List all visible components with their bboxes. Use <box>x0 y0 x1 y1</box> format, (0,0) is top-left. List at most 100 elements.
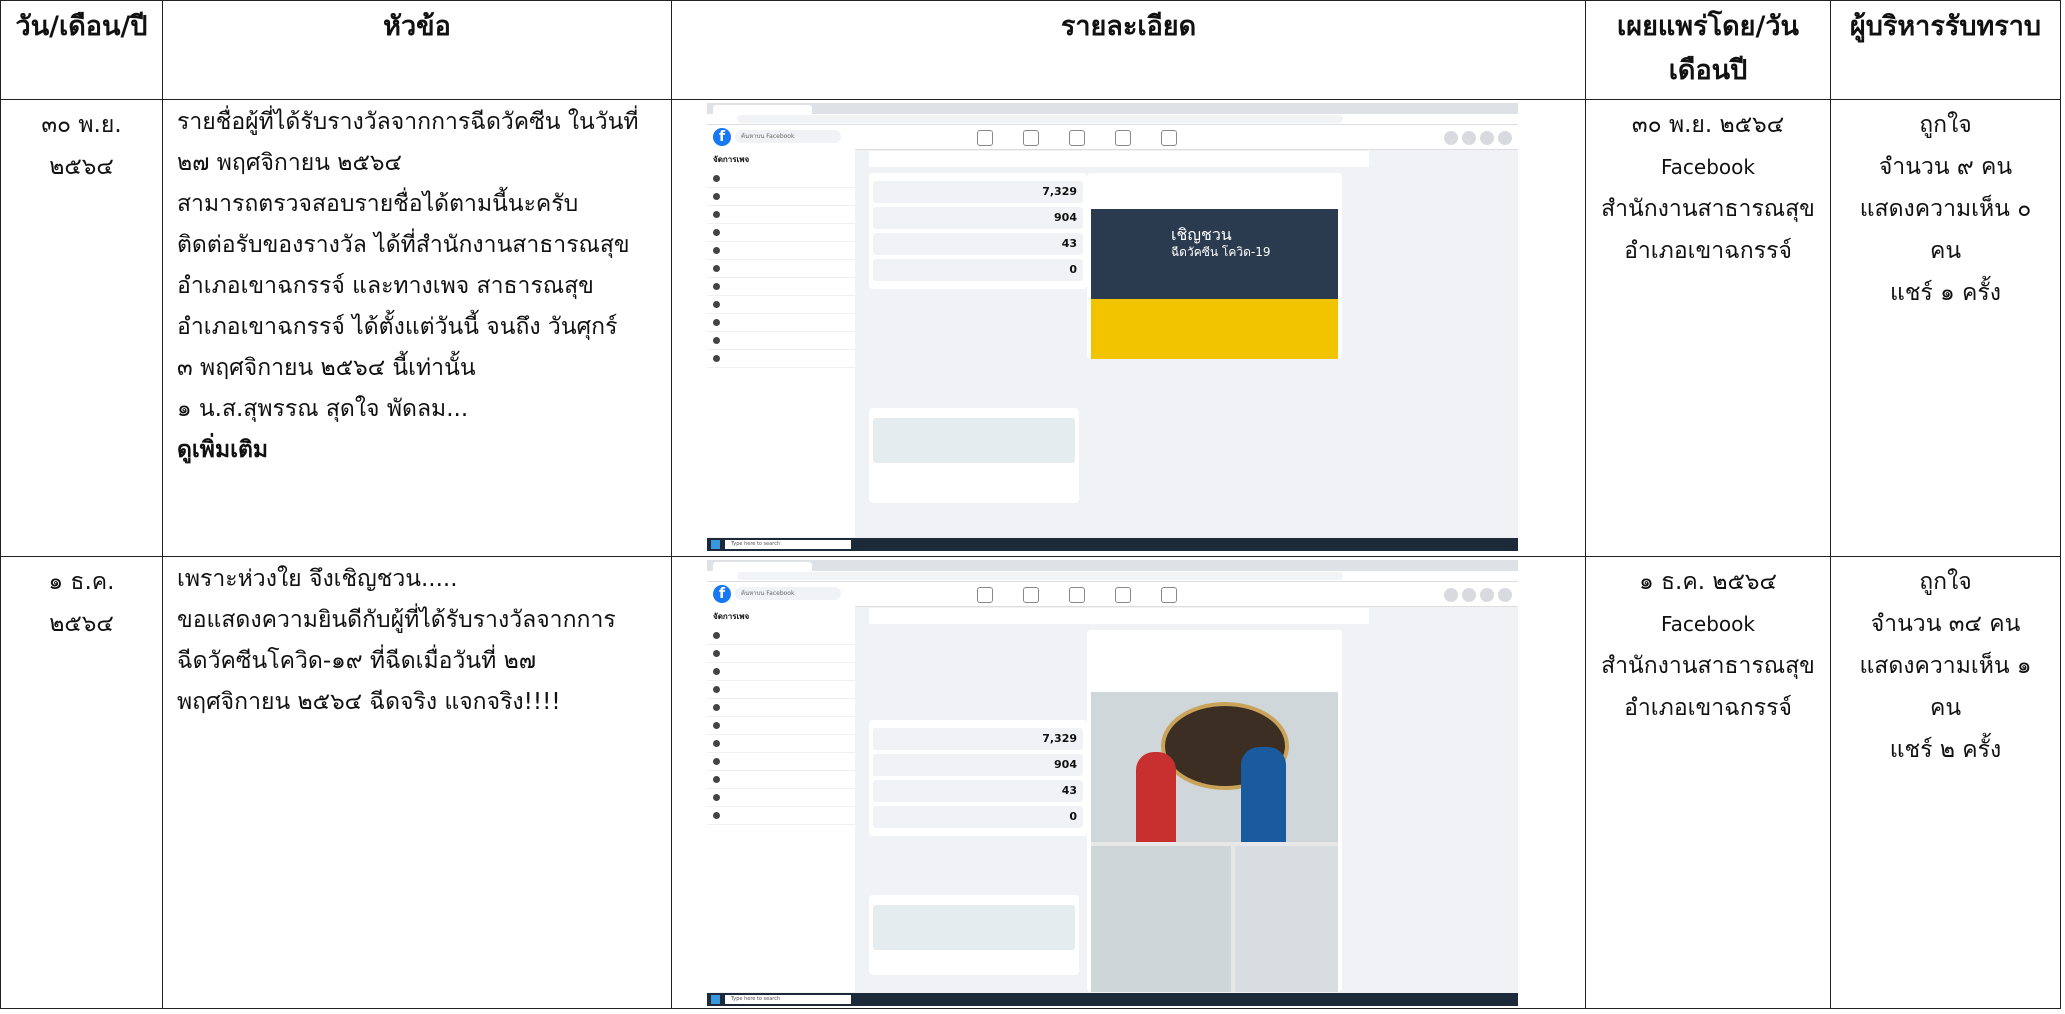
sidebar-item <box>707 681 855 699</box>
date-line: ๑ ธ.ค. <box>48 569 115 595</box>
about-map-panel <box>869 895 1079 975</box>
sidebar-item <box>707 260 855 278</box>
table-row: ๓๐ พ.ย. ๒๕๖๔ รายชื่อผู้ที่ได้รับรางวัลจา… <box>0 99 2061 557</box>
sidebar-item <box>707 206 855 224</box>
ack-cell: ถูกใจ จำนวน ๓๔ คน แสดงความเห็น ๑ คน แชร์… <box>1830 556 2061 1009</box>
published-org: สำนักงานสาธารณสุข <box>1601 653 1815 679</box>
menu-icon <box>1444 588 1458 602</box>
topic-line: ๒๗ พฤศจิกายน ๒๕๖๔ <box>177 150 402 176</box>
account-icons <box>1440 587 1512 606</box>
ack-likes-label: ถูกใจ <box>1919 112 1972 138</box>
header-row: วัน/เดือน/ปี หัวข้อ รายละเอียด เผยแพร่โด… <box>0 0 2061 100</box>
sidebar-item <box>707 789 855 807</box>
header-detail: รายละเอียด <box>671 0 1586 100</box>
poster-band <box>1091 299 1338 359</box>
address-bar <box>737 115 1343 123</box>
date-line: ๒๕๖๔ <box>49 154 114 180</box>
stat-row: 904 <box>873 207 1083 229</box>
stat-value: 7,329 <box>1042 185 1077 198</box>
ack-likes-label: ถูกใจ <box>1919 569 1972 595</box>
facebook-screenshot: f ค้นหาบน Facebook จัดการเพจ 7,329 904 4… <box>707 103 1518 551</box>
date-cell: ๓๐ พ.ย. ๒๕๖๔ <box>0 99 163 557</box>
sidebar-item <box>707 332 855 350</box>
header-ack: ผู้บริหารรับทราบ <box>1830 0 2061 100</box>
sidebar-item <box>707 627 855 645</box>
topic-line: ๑ น.ส.สุพรรณ สุดใจ พัดลม... <box>177 396 469 422</box>
photo-right <box>1235 846 1338 992</box>
topic-line: เพราะห่วงใย จึงเชิญชวน..... <box>177 566 458 592</box>
windows-start-icon <box>711 540 720 549</box>
ack-unit: คน <box>1929 695 1962 721</box>
home-icon <box>977 130 993 146</box>
facebook-topbar: f ค้นหาบน Facebook <box>707 125 1518 150</box>
stat-row: 0 <box>873 259 1083 281</box>
facebook-screenshot: f ค้นหาบน Facebook จัดการเพจ 7,329 904 4… <box>707 560 1518 1006</box>
facebook-post: เชิญชวน ฉีดวัคซีน โควิด-19 <box>1087 173 1342 359</box>
browser-tabbar <box>707 103 1518 114</box>
published-org: อำเภอเขาฉกรรจ์ <box>1624 238 1792 264</box>
facebook-logo-icon: f <box>713 585 731 603</box>
published-platform: Facebook <box>1661 612 1755 636</box>
facebook-topbar: f ค้นหาบน Facebook <box>707 582 1518 607</box>
topic-line: ฉีดวัคซีนโควิด-๑๙ ที่ฉีดเมื่อวันที่ ๒๗ <box>177 648 537 674</box>
bell-icon <box>1480 588 1494 602</box>
gaming-icon <box>1161 587 1177 603</box>
insights-panel: 7,329 904 43 0 <box>869 720 1087 836</box>
header-date: วัน/เดือน/ปี <box>0 0 163 100</box>
topic-cell: เพราะห่วงใย จึงเชิญชวน..... ขอแสดงความยิ… <box>162 556 672 1009</box>
post-header <box>1087 173 1342 209</box>
chevron-down-icon <box>1498 131 1512 145</box>
poster-subtitle: ฉีดวัคซีน โควิด-19 <box>1171 245 1271 259</box>
windows-start-icon <box>711 995 720 1004</box>
map-image <box>873 905 1075 950</box>
published-cell: ๓๐ พ.ย. ๒๕๖๔ Facebook สำนักงานสาธารณสุข … <box>1585 99 1831 557</box>
windows-taskbar: Type here to search <box>707 993 1518 1006</box>
map-image <box>873 418 1075 463</box>
topic-line: อำเภอเขาฉกรรจ์ และทางเพจ สาธารณสุข <box>177 273 594 299</box>
ack-comments: แสดงความเห็น ๑ <box>1859 653 2032 679</box>
page-sidebar: จัดการเพจ <box>707 606 855 992</box>
facebook-search-input: ค้นหาบน Facebook <box>735 587 841 600</box>
account-icons <box>1440 130 1512 149</box>
published-date: ๓๐ พ.ย. ๒๕๖๔ <box>1631 112 1785 138</box>
taskbar-search: Type here to search <box>725 540 851 549</box>
sidebar-item <box>707 170 855 188</box>
vaccine-poster-image: เชิญชวน ฉีดวัคซีน โควิด-19 <box>1091 209 1338 359</box>
messenger-icon <box>1462 588 1476 602</box>
page-sidebar: จัดการเพจ <box>707 149 855 537</box>
sidebar-item <box>707 645 855 663</box>
award-photo-collage <box>1091 692 1338 992</box>
bell-icon <box>1480 131 1494 145</box>
sidebar-item <box>707 224 855 242</box>
stat-row: 0 <box>873 806 1083 828</box>
ack-comments: แสดงความเห็น ๐ <box>1859 196 2032 222</box>
sidebar-item <box>707 699 855 717</box>
published-platform: Facebook <box>1661 155 1755 179</box>
stat-value: 43 <box>1061 237 1077 250</box>
topic-line: ๓ พฤศจิกายน ๒๕๖๔ นี้เท่านั้น <box>177 355 476 381</box>
topic-line: พฤศจิกายน ๒๕๖๔ ฉีดจริง แจกจริง!!!! <box>177 689 561 715</box>
sidebar-item <box>707 771 855 789</box>
address-bar <box>737 572 1343 580</box>
sidebar-item <box>707 350 855 368</box>
groups-icon <box>1115 587 1131 603</box>
see-more-link[interactable]: ดูเพิ่มเติม <box>177 430 661 471</box>
marketplace-icon <box>1069 587 1085 603</box>
stat-value: 43 <box>1061 784 1077 797</box>
sidebar-item <box>707 663 855 681</box>
video-icon <box>1023 587 1039 603</box>
groups-icon <box>1115 130 1131 146</box>
stat-row: 7,329 <box>873 728 1083 750</box>
sidebar-item <box>707 242 855 260</box>
published-org: สำนักงานสาธารณสุข <box>1601 196 1815 222</box>
stat-value: 0 <box>1069 810 1077 823</box>
browser-tab <box>713 562 812 571</box>
home-icon <box>977 587 993 603</box>
stat-value: 0 <box>1069 263 1077 276</box>
insights-panel: 7,329 904 43 0 <box>869 173 1087 289</box>
detail-cell: f ค้นหาบน Facebook จัดการเพจ 7,329 904 4… <box>671 99 1586 557</box>
sidebar-title: จัดการเพจ <box>713 155 750 164</box>
header-published: เผยแพร่โดย/วันเดือนปี <box>1585 0 1831 100</box>
topic-cell: รายชื่อผู้ที่ได้รับรางวัลจากการฉีดวัคซีน… <box>162 99 672 557</box>
sidebar-item <box>707 314 855 332</box>
